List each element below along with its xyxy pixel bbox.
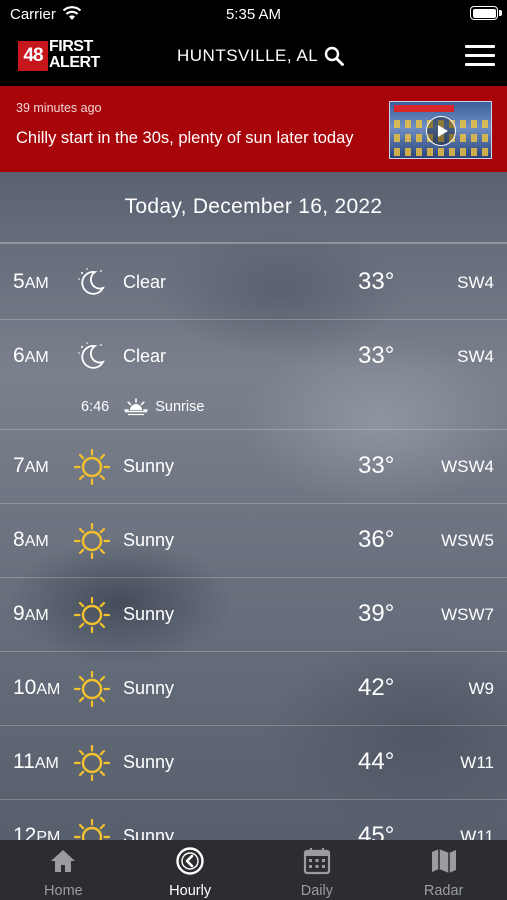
hour-label: 8AM xyxy=(13,528,49,551)
hour-row[interactable]: 6AM Clear 33° SW4 6:46 Sunrise xyxy=(0,320,507,430)
hour-label: 10AM xyxy=(13,676,61,699)
tab-label: Daily xyxy=(300,883,333,899)
condition-label: Clear xyxy=(123,346,167,366)
moon-icon xyxy=(74,265,110,301)
search-icon xyxy=(324,46,345,66)
wind-value: WSW4 xyxy=(441,457,494,476)
battery-icon xyxy=(470,6,502,20)
condition-label: Clear xyxy=(123,272,167,292)
tab-label: Radar xyxy=(423,883,464,899)
hour-label: 5AM xyxy=(13,270,49,293)
home-icon xyxy=(48,846,78,883)
app-header: 48 FIRST ALERT HUNTSVILLE, AL xyxy=(0,30,507,86)
tab-home[interactable]: Home xyxy=(0,840,127,900)
hour-row[interactable]: 12PM Sunny 45° W11 xyxy=(0,800,507,840)
wind-value: W11 xyxy=(460,753,494,772)
tab-label: Hourly xyxy=(169,883,212,899)
location-label: HUNTSVILLE, AL xyxy=(177,46,319,65)
station-logo[interactable]: 48 FIRST ALERT xyxy=(18,39,110,73)
sun-icon xyxy=(73,818,111,840)
hourly-list[interactable]: 5AM Clear 33° SW4 6AM Clear 33° SW4 6:46 Sunrise 7… xyxy=(0,246,507,840)
news-alert-banner[interactable]: 39 minutes ago Chilly start in the 30s, … xyxy=(0,86,507,172)
tab-daily[interactable]: Daily xyxy=(254,840,381,900)
hour-row[interactable]: 7AM Sunny 33° WSW4 xyxy=(0,430,507,504)
hour-row[interactable]: 8AM Sunny 36° WSW5 xyxy=(0,504,507,578)
temperature-value: 33° xyxy=(358,452,395,479)
tab-radar[interactable]: Radar xyxy=(380,840,507,900)
temperature-value: 42° xyxy=(358,674,395,701)
video-thumbnail[interactable] xyxy=(389,101,492,159)
logo-text: FIRST ALERT xyxy=(49,39,100,71)
logo-line-2: ALERT xyxy=(49,54,100,71)
status-time: 5:35 AM xyxy=(225,6,282,23)
condition-label: Sunny xyxy=(123,678,175,698)
hour-label: 7AM xyxy=(13,454,49,477)
hour-label: 11AM xyxy=(13,750,59,773)
wind-value: W9 xyxy=(468,679,495,698)
sunrise-label: Sunrise xyxy=(155,399,205,415)
sun-icon xyxy=(73,744,111,782)
moon-icon xyxy=(74,339,110,375)
temperature-value: 36° xyxy=(358,526,395,553)
hour-row[interactable]: 10AM Sunny 42° W9 xyxy=(0,652,507,726)
hour-label: 6AM xyxy=(13,344,49,367)
wind-value: WSW7 xyxy=(441,605,494,624)
sun-icon xyxy=(73,670,111,708)
hour-row[interactable]: 9AM Sunny 39° WSW7 xyxy=(0,578,507,652)
condition-label: Sunny xyxy=(123,604,175,624)
temperature-value: 44° xyxy=(358,748,395,775)
sun-icon xyxy=(73,448,111,486)
hour-label: 12PM xyxy=(13,824,61,840)
wind-value: W11 xyxy=(460,827,494,840)
alert-time-ago: 39 minutes ago xyxy=(16,101,102,115)
map-icon xyxy=(429,846,459,883)
location-selector[interactable]: HUNTSVILLE, AL xyxy=(177,46,345,66)
sunrise-event: 6:46 Sunrise xyxy=(81,396,204,418)
temperature-value: 33° xyxy=(358,268,395,295)
wind-value: SW4 xyxy=(457,347,494,366)
tab-hourly[interactable]: Hourly xyxy=(127,840,254,900)
status-bar: Carrier 5:35 AM xyxy=(0,0,507,30)
sunrise-icon xyxy=(123,396,149,418)
condition-label: Sunny xyxy=(123,826,175,840)
hourly-forecast-panel[interactable]: Today, December 16, 2022 5AM Clear 33° SW4 6… xyxy=(0,172,507,840)
logo-line-1: FIRST xyxy=(49,38,93,55)
temperature-value: 33° xyxy=(358,342,395,369)
wind-value: WSW5 xyxy=(441,531,494,550)
hour-row[interactable]: 5AM Clear 33° SW4 xyxy=(0,246,507,320)
date-header: Today, December 16, 2022 xyxy=(0,172,507,244)
condition-label: Sunny xyxy=(123,752,175,772)
logo-number: 48 xyxy=(18,41,48,71)
tab-bar: Home Hourly Daily Radar xyxy=(0,840,507,900)
calendar-icon xyxy=(302,846,332,883)
sun-icon xyxy=(73,522,111,560)
clock-icon xyxy=(175,846,205,883)
play-icon xyxy=(426,116,456,146)
condition-label: Sunny xyxy=(123,456,175,476)
sun-icon xyxy=(73,596,111,634)
tab-label: Home xyxy=(44,883,83,899)
alert-headline: Chilly start in the 30s, plenty of sun l… xyxy=(16,129,354,147)
temperature-value: 39° xyxy=(358,600,395,627)
condition-label: Sunny xyxy=(123,530,175,550)
hamburger-menu-icon[interactable] xyxy=(465,45,495,67)
temperature-value: 45° xyxy=(358,822,395,840)
hour-row[interactable]: 11AM Sunny 44° W11 xyxy=(0,726,507,800)
sunrise-time: 6:46 xyxy=(81,399,110,415)
hour-label: 9AM xyxy=(13,602,49,625)
wind-value: SW4 xyxy=(457,273,494,292)
